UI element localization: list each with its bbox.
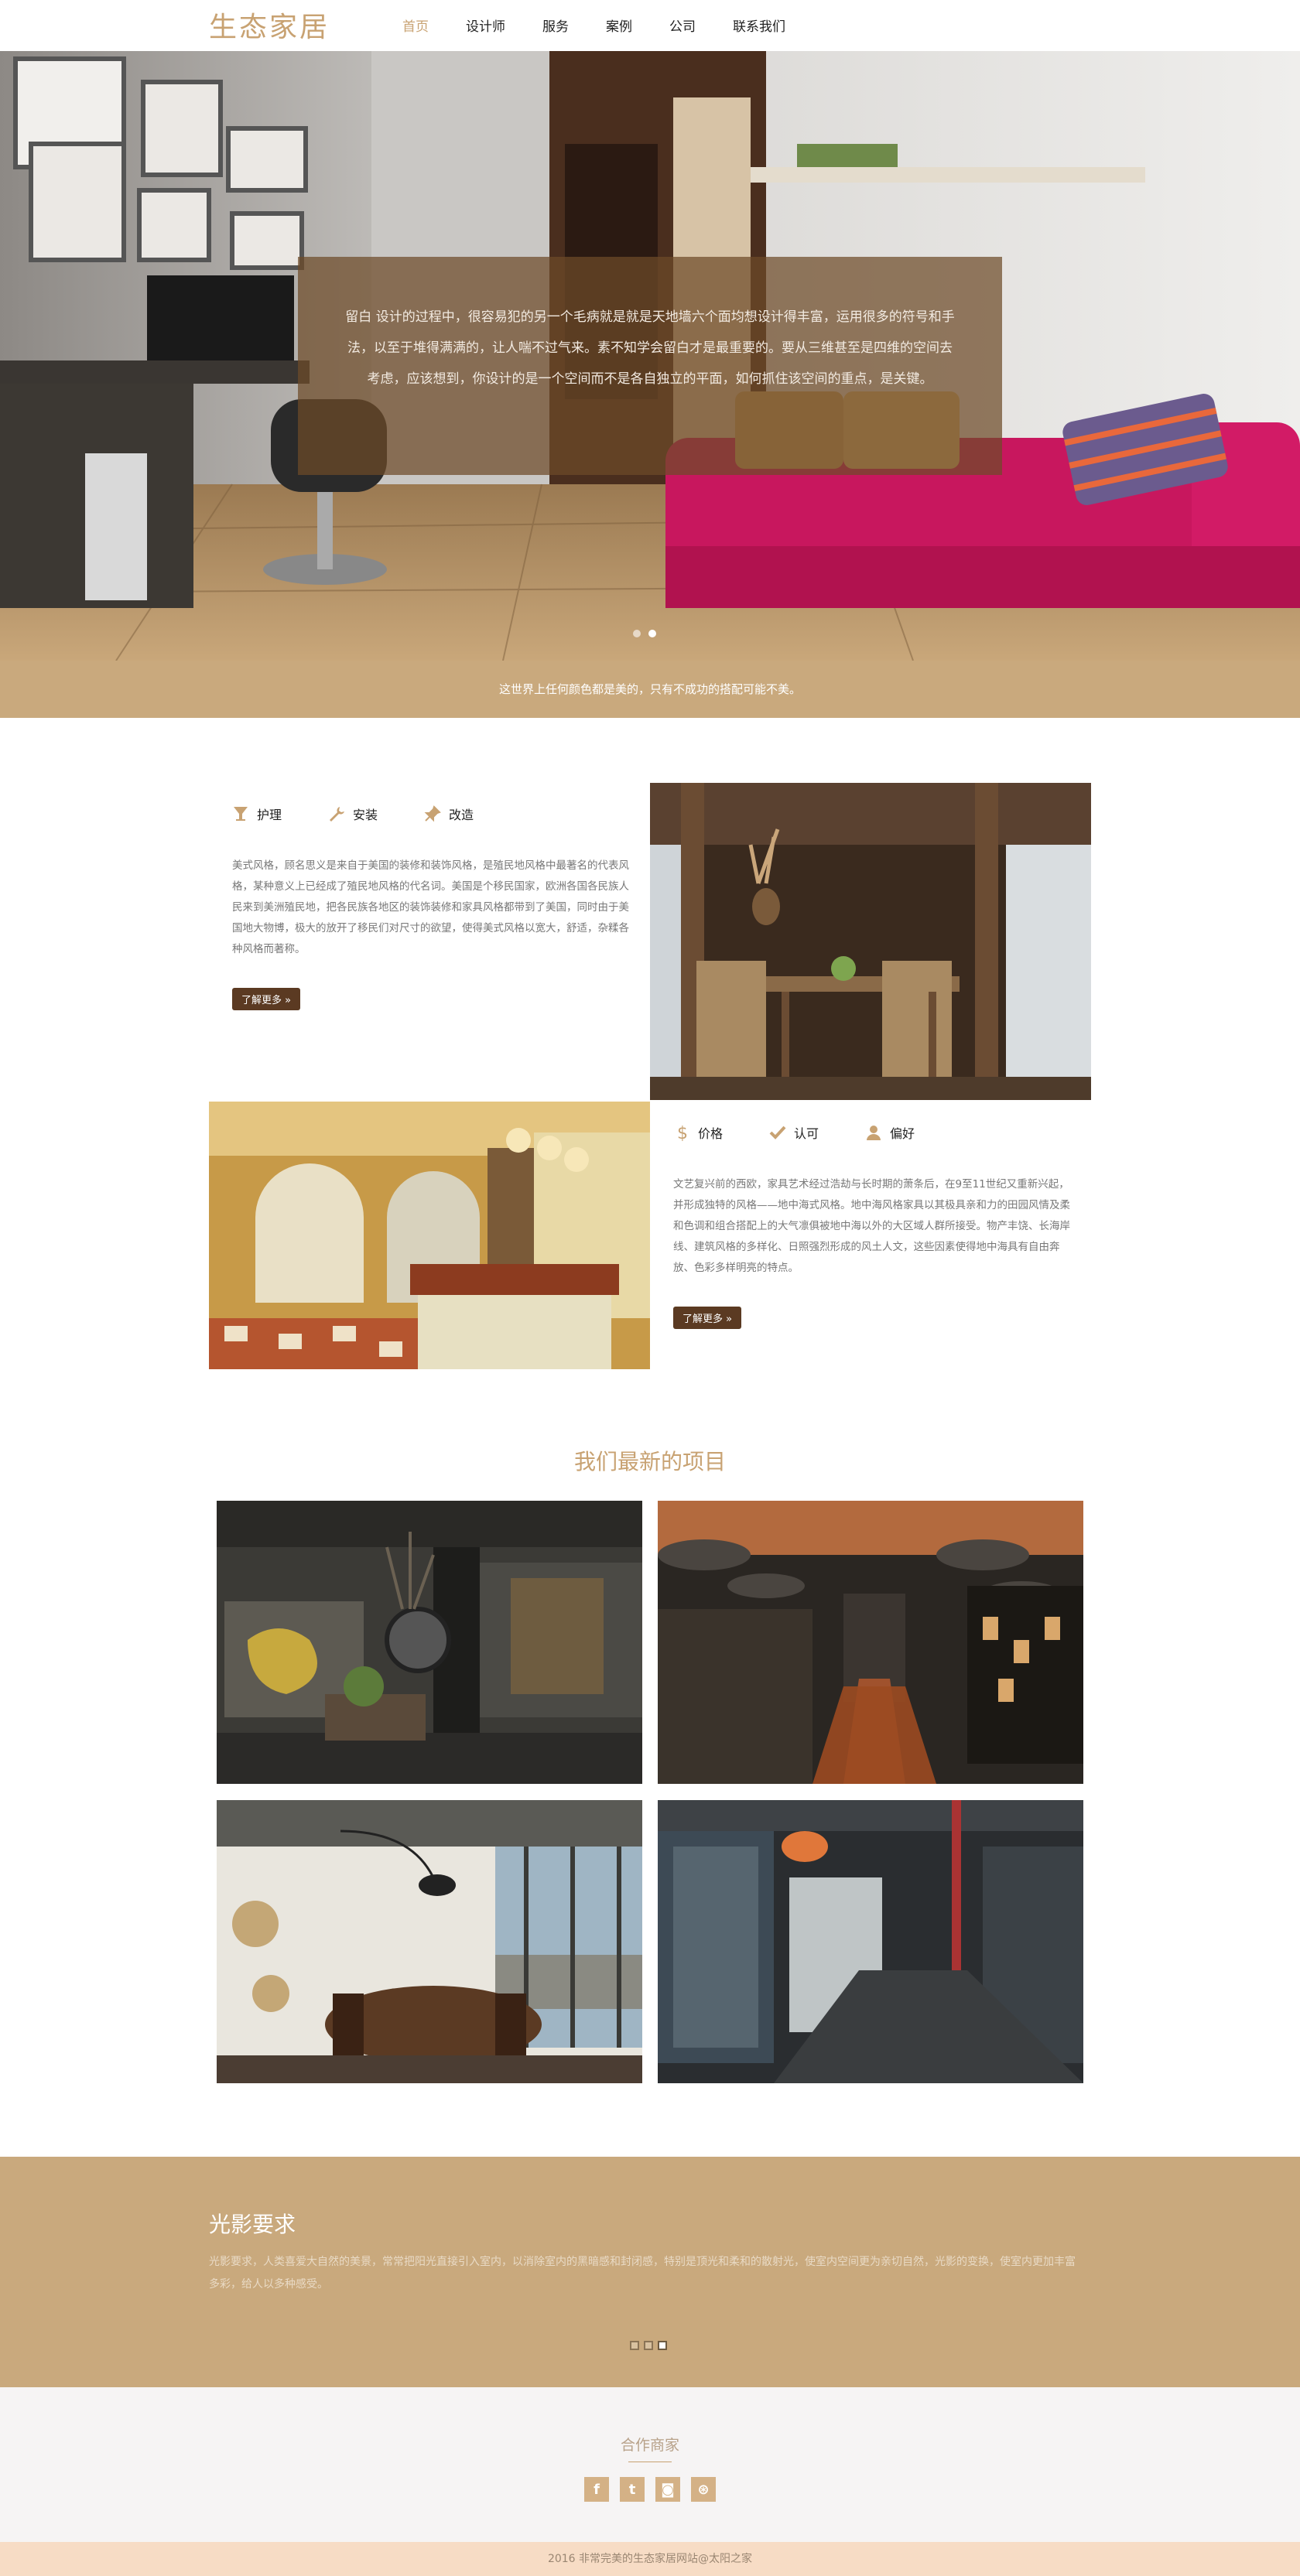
social-links: f t ◙ ⊛ <box>584 2477 716 2502</box>
tab-label: 认可 <box>794 1126 819 1141</box>
tab-label: 护理 <box>257 808 282 822</box>
learn-more-label: 了解更多 <box>241 995 282 1006</box>
feature-price-text: $ 价格 认可 偏好 文艺复兴前的西欧，家具艺术经过浩劫与长时期的萧条后，在9至… <box>673 1123 1076 1329</box>
twitter-icon[interactable]: t <box>620 2477 645 2502</box>
nav-home[interactable]: 首页 <box>402 15 429 35</box>
project-card-3[interactable] <box>217 1800 642 2083</box>
hero-caption: 留白 设计的过程中，很容易犯的另一个毛病就是就是天地墙六个面均想设计得丰富，运用… <box>298 257 1002 475</box>
site-footer: 2016 非常完美的生态家居网站@太阳之家 <box>0 2542 1300 2576</box>
user-icon <box>867 1126 881 1140</box>
light-dot-1[interactable] <box>630 2341 639 2350</box>
tab-approval[interactable]: 认可 <box>769 1123 819 1142</box>
svg-text:$: $ <box>677 1124 688 1141</box>
learn-more-label: 了解更多 <box>682 1314 724 1325</box>
tab-label: 安装 <box>353 808 378 822</box>
site-logo[interactable]: 生态家居 <box>209 5 330 45</box>
check-icon <box>769 1126 786 1139</box>
nav-services[interactable]: 服务 <box>542 15 569 35</box>
feature-care-text: 护理 安装 改造 美式风格，顾名思义是来自于美国的装修和装饰风格，是殖民地风格中… <box>232 805 635 1010</box>
tab-label: 改造 <box>449 808 474 822</box>
tab-care[interactable]: 护理 <box>232 805 282 823</box>
slider-dot-2[interactable] <box>648 630 656 637</box>
feature-price-paragraph: 文艺复兴前的西欧，家具艺术经过浩劫与长时期的萧条后，在9至11世纪又重新兴起，并… <box>673 1178 1070 1274</box>
light-slider-dots <box>630 2341 667 2350</box>
nav-contact[interactable]: 联系我们 <box>733 15 785 35</box>
projects-title: 我们最新的项目 <box>573 1449 726 1474</box>
feature-image-lodge <box>650 783 1091 1100</box>
light-paragraph: 光影要求，人类喜爱大自然的美景，常常把阳光直接引入室内，以消除室内的黑暗感和封闭… <box>209 2256 1076 2291</box>
feature-image-kitchen <box>209 1102 650 1369</box>
light-dot-3[interactable] <box>658 2341 667 2350</box>
project-card-4[interactable] <box>658 1800 1083 2083</box>
partners-title: 合作商家 <box>620 2437 679 2454</box>
cup-icon <box>234 807 248 821</box>
nav-company[interactable]: 公司 <box>669 15 696 35</box>
feature-care-paragraph: 美式风格，顾名思义是来自于美国的装修和装饰风格，是殖民地风格中最著名的代表风格，… <box>232 859 629 955</box>
pin-icon <box>424 805 441 822</box>
tagline-bar: 这世界上任何颜色都是美的，只有不成功的搭配可能不美。 <box>0 661 1300 718</box>
light-section: 光影要求 光影要求，人类喜爱大自然的美景，常常把阳光直接引入室内，以消除室内的黑… <box>0 2157 1300 2387</box>
facebook-icon[interactable]: f <box>584 2477 609 2502</box>
project-card-1[interactable] <box>217 1501 642 1784</box>
light-dot-2[interactable] <box>644 2341 653 2350</box>
learn-more-button[interactable]: 了解更多 » <box>232 988 301 1010</box>
tab-price[interactable]: $ 价格 <box>673 1123 723 1142</box>
hero-slider: 留白 设计的过程中，很容易犯的另一个毛病就是就是天地墙六个面均想设计得丰富，运用… <box>0 51 1300 661</box>
tab-install[interactable]: 安装 <box>328 805 378 823</box>
project-card-2[interactable] <box>658 1501 1083 1784</box>
instagram-icon[interactable]: ◙ <box>655 2477 680 2502</box>
learn-more-button[interactable]: 了解更多 » <box>673 1307 742 1329</box>
main-nav: 首页 设计师 服务 案例 公司 联系我们 <box>402 15 823 35</box>
dollar-icon: $ <box>677 1124 688 1141</box>
tab-preference[interactable]: 偏好 <box>865 1123 915 1142</box>
site-header: 生态家居 首页 设计师 服务 案例 公司 联系我们 <box>0 0 1300 51</box>
light-title: 光影要求 <box>209 2212 296 2237</box>
wrench-icon <box>330 807 345 822</box>
feature-tabs: 护理 安装 改造 <box>232 805 635 823</box>
partners-section: 合作商家 f t ◙ ⊛ <box>0 2387 1300 2542</box>
slider-dot-1[interactable] <box>633 630 641 637</box>
tab-label: 价格 <box>698 1126 724 1141</box>
tab-renovate[interactable]: 改造 <box>424 805 474 823</box>
slider-dots <box>633 630 656 637</box>
nav-designers[interactable]: 设计师 <box>466 15 505 35</box>
feature-tabs: $ 价格 认可 偏好 <box>673 1123 1076 1142</box>
tab-label: 偏好 <box>890 1126 915 1141</box>
nav-cases[interactable]: 案例 <box>606 15 632 35</box>
dribbble-icon[interactable]: ⊛ <box>691 2477 716 2502</box>
